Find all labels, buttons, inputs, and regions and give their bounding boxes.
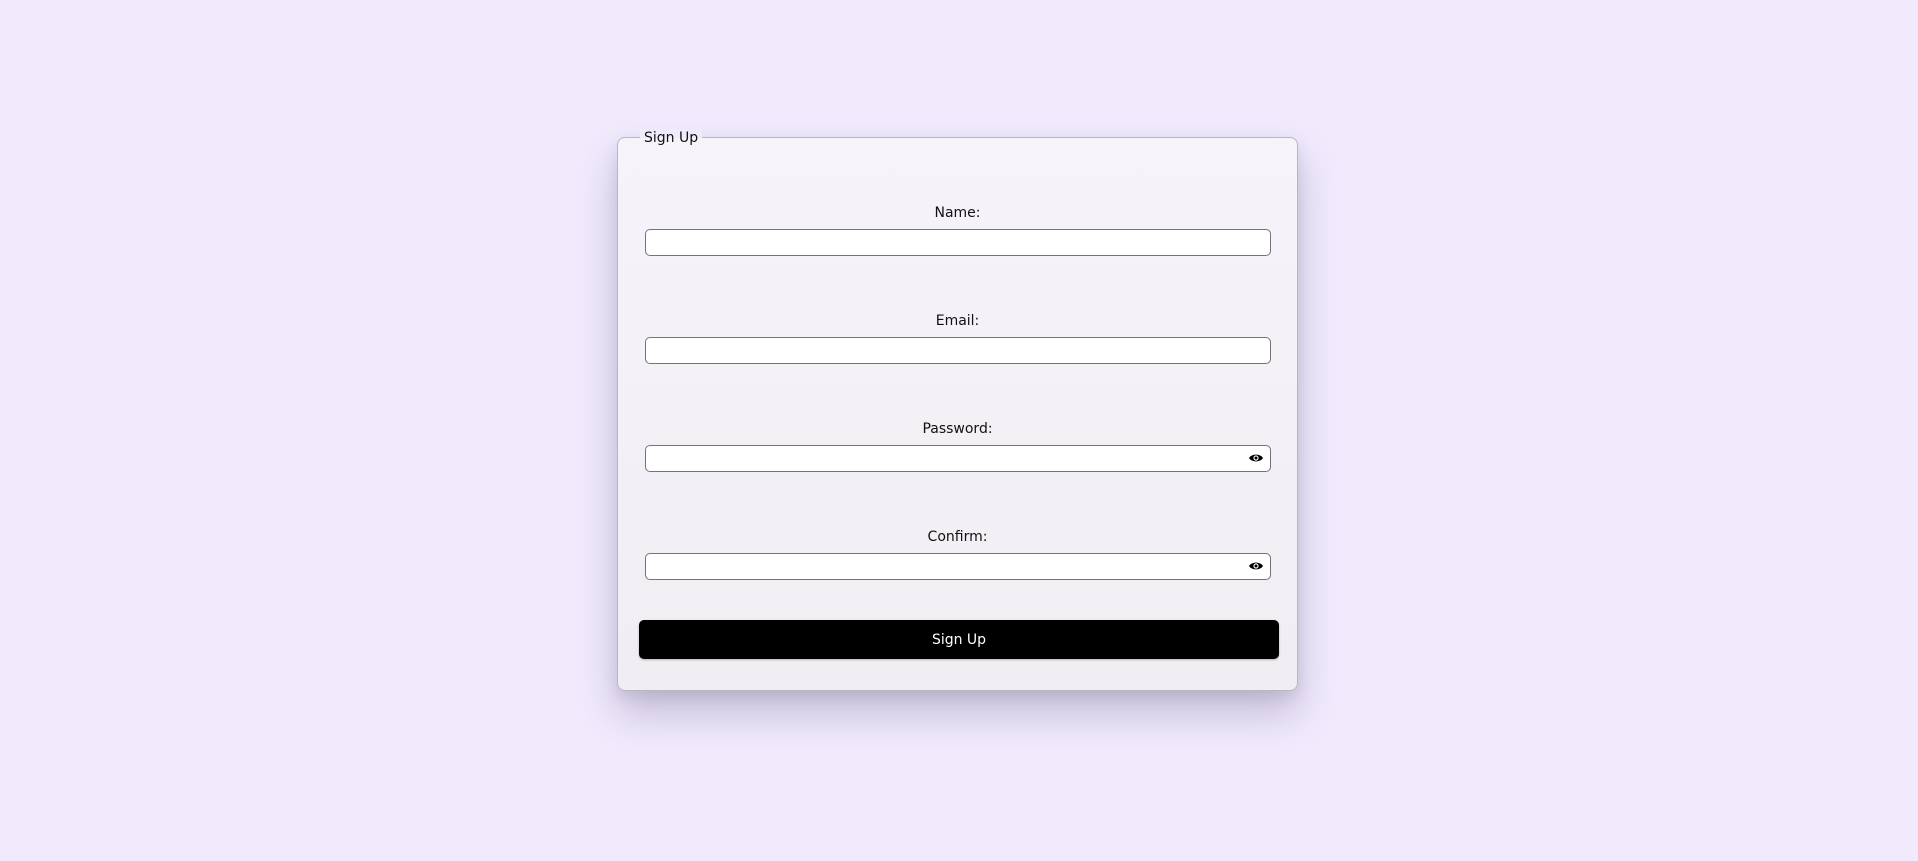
eye-icon[interactable] (1248, 560, 1264, 572)
password-label: Password: (922, 421, 993, 437)
email-input[interactable] (645, 337, 1271, 364)
form-legend: Sign Up (640, 129, 703, 147)
sign-up-button[interactable]: Sign Up (639, 620, 1279, 659)
confirm-label: Confirm: (927, 529, 988, 545)
name-input[interactable] (645, 229, 1271, 256)
signup-form: Sign Up Name: Email: Password: Confirm: … (617, 129, 1298, 691)
email-label: Email: (935, 313, 980, 329)
confirm-password-input[interactable] (645, 553, 1271, 580)
eye-icon[interactable] (1248, 452, 1264, 464)
name-label: Name: (934, 205, 981, 221)
password-input[interactable] (645, 445, 1271, 472)
page-background: Sign Up Name: Email: Password: Confirm: … (0, 0, 1918, 861)
